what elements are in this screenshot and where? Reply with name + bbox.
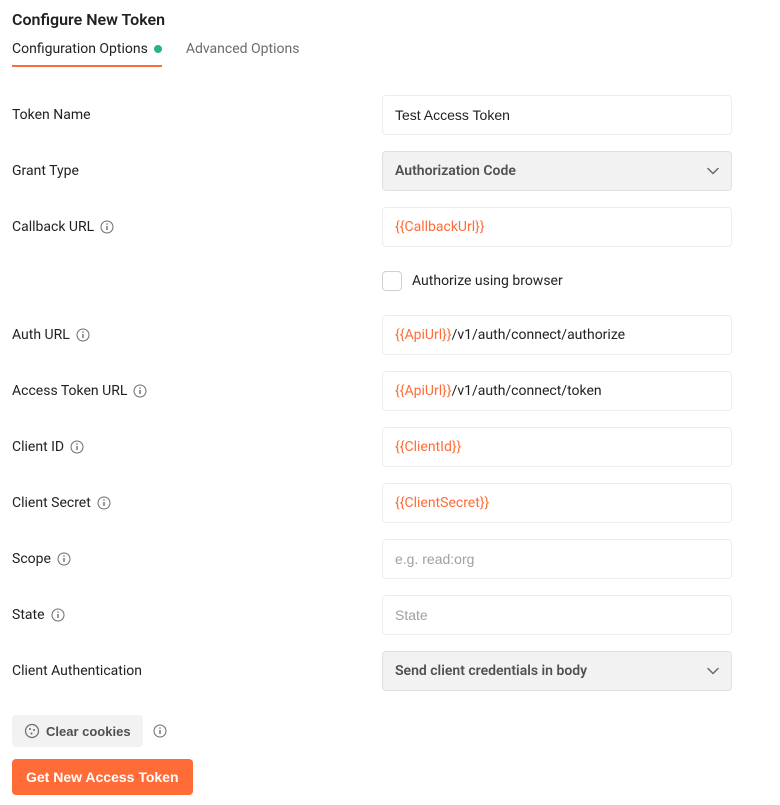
clear-cookies-label: Clear cookies bbox=[46, 724, 131, 739]
row-client-id: Client ID {{ClientId}} bbox=[12, 427, 768, 467]
grant-type-select[interactable]: Authorization Code bbox=[382, 151, 732, 191]
client-auth-value: Send client credentials in body bbox=[395, 663, 587, 679]
label-auth-url: Auth URL bbox=[12, 327, 382, 343]
label-grant-type: Grant Type bbox=[12, 163, 382, 179]
label-scope: Scope bbox=[12, 551, 382, 567]
status-dot-icon bbox=[154, 45, 162, 53]
info-icon[interactable] bbox=[51, 608, 65, 622]
auth-url-path: /v1/auth/connect/authorize bbox=[452, 327, 626, 343]
auth-url-var: {{ApiUrl}} bbox=[395, 327, 452, 343]
clear-cookies-button[interactable]: Clear cookies bbox=[12, 715, 143, 747]
token-form: Token Name Grant Type Authorization Code… bbox=[12, 95, 768, 691]
info-icon[interactable] bbox=[153, 724, 167, 738]
state-input[interactable] bbox=[382, 595, 732, 635]
token-name-label-text: Token Name bbox=[12, 107, 91, 123]
authorize-browser-label: Authorize using browser bbox=[412, 273, 563, 289]
get-new-access-token-button[interactable]: Get New Access Token bbox=[12, 759, 193, 795]
label-client-id: Client ID bbox=[12, 439, 382, 455]
form-footer: Clear cookies Get New Access Token bbox=[12, 715, 768, 795]
page-title: Configure New Token bbox=[12, 10, 768, 29]
client-auth-label-text: Client Authentication bbox=[12, 663, 142, 679]
label-token-name: Token Name bbox=[12, 107, 382, 123]
client-secret-input[interactable]: {{ClientSecret}} bbox=[382, 483, 732, 523]
row-token-name: Token Name bbox=[12, 95, 768, 135]
row-access-token-url: Access Token URL {{ApiUrl}}/v1/auth/conn… bbox=[12, 371, 768, 411]
auth-url-label-text: Auth URL bbox=[12, 327, 70, 343]
cookie-icon bbox=[24, 723, 40, 739]
state-label-text: State bbox=[12, 607, 45, 623]
grant-type-label-text: Grant Type bbox=[12, 163, 79, 179]
client-id-var: {{ClientId}} bbox=[395, 439, 461, 455]
chevron-down-icon bbox=[707, 165, 719, 177]
get-token-label: Get New Access Token bbox=[26, 769, 179, 785]
scope-input[interactable] bbox=[382, 539, 732, 579]
info-icon[interactable] bbox=[100, 220, 114, 234]
callback-url-var: {{CallbackUrl}} bbox=[395, 219, 485, 235]
client-id-label-text: Client ID bbox=[12, 439, 64, 455]
info-icon[interactable] bbox=[133, 384, 147, 398]
access-token-url-label-text: Access Token URL bbox=[12, 383, 127, 399]
row-callback-url: Callback URL {{CallbackUrl}} bbox=[12, 207, 768, 247]
chevron-down-icon bbox=[707, 665, 719, 677]
row-client-secret: Client Secret {{ClientSecret}} bbox=[12, 483, 768, 523]
row-scope: Scope bbox=[12, 539, 768, 579]
client-secret-var: {{ClientSecret}} bbox=[395, 495, 489, 511]
access-token-url-var: {{ApiUrl}} bbox=[395, 383, 452, 399]
tabs-bar: Configuration Options Advanced Options bbox=[12, 41, 768, 67]
access-token-url-path: /v1/auth/connect/token bbox=[452, 383, 602, 399]
client-secret-label-text: Client Secret bbox=[12, 495, 91, 511]
info-icon[interactable] bbox=[70, 440, 84, 454]
row-grant-type: Grant Type Authorization Code bbox=[12, 151, 768, 191]
clear-cookies-row: Clear cookies bbox=[12, 715, 167, 747]
row-state: State bbox=[12, 595, 768, 635]
info-icon[interactable] bbox=[76, 328, 90, 342]
auth-url-input[interactable]: {{ApiUrl}}/v1/auth/connect/authorize bbox=[382, 315, 732, 355]
scope-label-text: Scope bbox=[12, 551, 51, 567]
label-client-secret: Client Secret bbox=[12, 495, 382, 511]
token-name-input[interactable] bbox=[382, 95, 732, 135]
row-client-auth: Client Authentication Send client creden… bbox=[12, 651, 768, 691]
callback-url-label-text: Callback URL bbox=[12, 219, 94, 235]
tab-advanced-options[interactable]: Advanced Options bbox=[186, 41, 300, 67]
tab-configuration-options[interactable]: Configuration Options bbox=[12, 41, 162, 67]
info-icon[interactable] bbox=[57, 552, 71, 566]
access-token-url-input[interactable]: {{ApiUrl}}/v1/auth/connect/token bbox=[382, 371, 732, 411]
row-auth-url: Auth URL {{ApiUrl}}/v1/auth/connect/auth… bbox=[12, 315, 768, 355]
label-state: State bbox=[12, 607, 382, 623]
authorize-browser-checkbox[interactable] bbox=[382, 271, 402, 291]
tab-advanced-label: Advanced Options bbox=[186, 41, 300, 57]
callback-url-input[interactable]: {{CallbackUrl}} bbox=[382, 207, 732, 247]
client-id-input[interactable]: {{ClientId}} bbox=[382, 427, 732, 467]
label-access-token-url: Access Token URL bbox=[12, 383, 382, 399]
client-auth-select[interactable]: Send client credentials in body bbox=[382, 651, 732, 691]
label-callback-url: Callback URL bbox=[12, 219, 382, 235]
tab-config-label: Configuration Options bbox=[12, 41, 148, 57]
grant-type-value: Authorization Code bbox=[395, 163, 516, 179]
label-client-auth: Client Authentication bbox=[12, 663, 382, 679]
row-authorize-browser: Authorize using browser bbox=[382, 271, 768, 291]
info-icon[interactable] bbox=[97, 496, 111, 510]
